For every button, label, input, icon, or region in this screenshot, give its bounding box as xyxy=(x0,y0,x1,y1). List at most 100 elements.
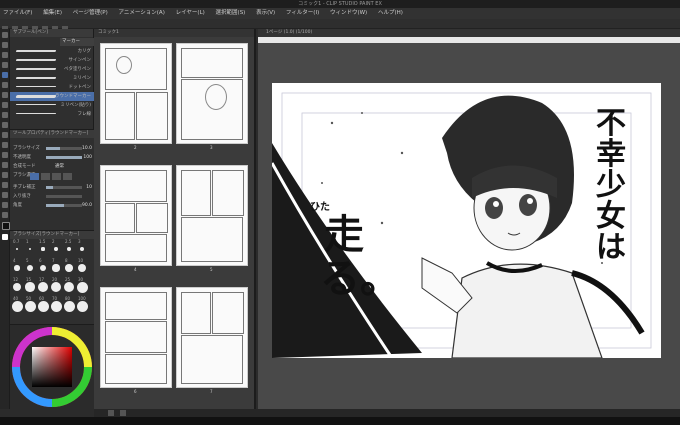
page-thumbnail[interactable] xyxy=(100,287,172,388)
balloon-tool-icon[interactable] xyxy=(2,202,8,208)
page-number: 3 xyxy=(210,145,213,150)
text-tool-icon[interactable] xyxy=(2,192,8,198)
brush-tool-icon[interactable] xyxy=(2,92,8,98)
selection-tool-icon[interactable] xyxy=(2,52,8,58)
brush-size-row[interactable]: ブラシサイズ 10.0 xyxy=(10,144,94,153)
airbrush-tool-icon[interactable] xyxy=(2,102,8,108)
brush-size-preset[interactable] xyxy=(63,300,75,312)
menu-view[interactable]: 表示(V) xyxy=(256,10,275,16)
taper-row[interactable]: 入り抜き xyxy=(10,192,94,201)
blend-tool-icon[interactable] xyxy=(2,132,8,138)
menu-window[interactable]: ウィンドウ(W) xyxy=(330,10,367,16)
brush-size-preset[interactable] xyxy=(50,281,62,293)
pencil-tool-icon[interactable] xyxy=(2,82,8,88)
page-thumbnail[interactable] xyxy=(100,165,172,266)
subtool-header: サブツール[ペン] xyxy=(10,29,93,37)
page-thumbnail[interactable] xyxy=(176,165,248,266)
brush-size-preset[interactable] xyxy=(65,264,73,272)
brush-size-preset[interactable] xyxy=(27,265,33,271)
gradient-tool-icon[interactable] xyxy=(2,152,8,158)
page-number: 2 xyxy=(134,145,137,150)
page-thumbnail[interactable] xyxy=(176,287,248,388)
sub-color-swatch[interactable] xyxy=(2,234,8,240)
brush-size-preset[interactable] xyxy=(11,300,23,312)
brush-size-preset[interactable] xyxy=(41,247,45,251)
brush-item[interactable]: ドットペン xyxy=(10,83,94,92)
window-title-bar: コミック1 - CLIP STUDIO PAINT EX xyxy=(0,0,680,8)
brush-size-preset[interactable] xyxy=(16,248,18,250)
angle-row[interactable]: 角度 90.0 xyxy=(10,201,94,210)
title-main-text: 不幸少女は xyxy=(596,106,626,265)
page-number: 4 xyxy=(134,267,137,272)
page-thumbnail[interactable] xyxy=(100,43,172,144)
brush-size-preset[interactable] xyxy=(14,265,20,271)
decoration-tool-icon[interactable] xyxy=(2,112,8,118)
brush-item[interactable]: ベタ塗りペン xyxy=(10,65,94,74)
correct-line-tool-icon[interactable] xyxy=(2,212,8,218)
page-thumbnail[interactable] xyxy=(176,43,248,144)
brush-size-label: 60 xyxy=(39,296,45,301)
brush-item[interactable]: サインペン xyxy=(10,56,94,65)
brush-item[interactable]: フレ線 xyxy=(10,110,94,119)
menu-filter[interactable]: フィルター(I) xyxy=(286,10,319,16)
color-wheel[interactable] xyxy=(10,325,94,410)
menu-help[interactable]: ヘルプ(H) xyxy=(378,10,403,16)
brush-size-preset[interactable] xyxy=(28,247,32,251)
brush-size-label: 25 xyxy=(65,277,71,282)
brush-size-preset[interactable] xyxy=(25,282,35,292)
brush-size-label: 0.7 xyxy=(13,239,20,244)
fill-tool-icon[interactable] xyxy=(2,142,8,148)
brush-size-label: 12 xyxy=(13,277,19,282)
brush-size-label: 8 xyxy=(65,258,68,263)
brush-size-preset[interactable] xyxy=(79,246,85,252)
opacity-row[interactable]: 不透明度 100 xyxy=(10,153,94,162)
page-manager-header: コミック1 xyxy=(94,29,254,37)
zoom-tool-icon[interactable] xyxy=(2,32,8,38)
eyedropper-tool-icon[interactable] xyxy=(2,62,8,68)
menu-bar: ファイル(F) 編集(E) ページ管理(P) アニメーション(A) レイヤー(L… xyxy=(0,8,680,19)
brush-density-row[interactable]: ブラシ濃度 xyxy=(10,171,94,183)
brush-item[interactable]: カリグ xyxy=(10,47,94,56)
brush-size-header: ブラシサイズ[ラウンドマーカー] xyxy=(10,231,94,239)
brush-size-preset[interactable] xyxy=(52,264,60,272)
brush-size-preset[interactable] xyxy=(76,281,88,293)
brush-size-preset[interactable] xyxy=(63,281,75,293)
canvas-page[interactable]: 不幸少女は ひた 走る。 xyxy=(272,83,661,358)
brush-size-preset[interactable] xyxy=(39,264,47,272)
brush-size-preset[interactable] xyxy=(77,263,87,273)
brush-item[interactable]: ミリペン(貼り) xyxy=(10,101,94,110)
menu-page[interactable]: ページ管理(P) xyxy=(73,10,108,16)
brush-size-preset[interactable] xyxy=(37,300,49,312)
brush-size-label: 80 xyxy=(65,296,71,301)
move-tool-icon[interactable] xyxy=(2,42,8,48)
brush-size-preset[interactable] xyxy=(54,247,58,251)
menu-file[interactable]: ファイル(F) xyxy=(3,10,32,16)
menu-layer[interactable]: レイヤー(L) xyxy=(176,10,205,16)
page-view-icon[interactable] xyxy=(108,410,114,416)
canvas-tab[interactable]: 1ページ (1.0) (1/100) xyxy=(258,29,680,37)
brush-item-selected[interactable]: ラウンドマーカー xyxy=(10,92,94,101)
frame-tool-icon[interactable] xyxy=(2,172,8,178)
stabilization-row[interactable]: 手ブレ補正 10 xyxy=(10,183,94,192)
brush-size-preset[interactable] xyxy=(24,300,36,312)
ruler-tool-icon[interactable] xyxy=(2,182,8,188)
eraser-tool-icon[interactable] xyxy=(2,122,8,128)
menu-edit[interactable]: 編集(E) xyxy=(43,10,62,16)
main-color-swatch[interactable] xyxy=(2,222,10,230)
brush-size-preset[interactable] xyxy=(38,282,48,292)
blend-mode-row[interactable]: 合成モード 通常 xyxy=(10,162,94,171)
brush-size-preset[interactable] xyxy=(50,300,62,312)
subtool-group-tab[interactable]: マーカー xyxy=(60,38,94,46)
pen-tool-icon[interactable] xyxy=(2,72,8,78)
brush-size-label: 3 xyxy=(78,239,81,244)
brush-size-preset[interactable] xyxy=(66,246,72,252)
menu-animation[interactable]: アニメーション(A) xyxy=(119,10,165,16)
figure-tool-icon[interactable] xyxy=(2,162,8,168)
brush-size-preset[interactable] xyxy=(12,282,22,292)
menu-select[interactable]: 選択範囲(S) xyxy=(216,10,246,16)
brush-size-preset[interactable] xyxy=(76,300,88,312)
brush-item[interactable]: ミリペン xyxy=(10,74,94,83)
page-number: 7 xyxy=(210,389,213,394)
brush-size-label: 30 xyxy=(78,277,84,282)
page-grid-icon[interactable] xyxy=(120,410,126,416)
